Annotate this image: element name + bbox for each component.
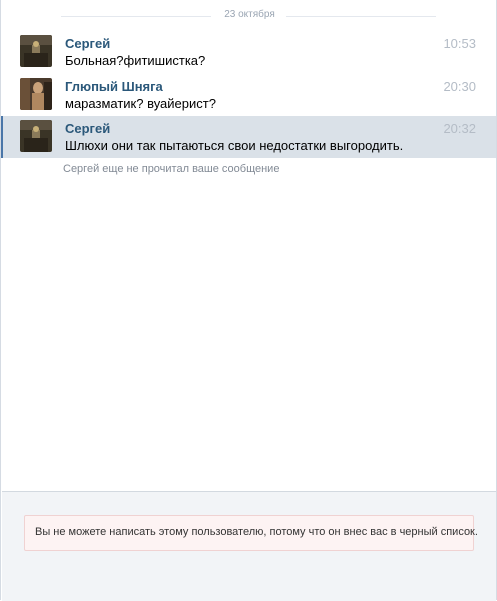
selection-marker <box>1 116 3 158</box>
message-item-selected[interactable]: Сергей 20:32 Шлюхи они так пытаються сво… <box>2 116 496 158</box>
message-time: 20:30 <box>443 79 476 94</box>
avatar-dark-room-image <box>20 35 52 67</box>
message-text: Больная?фитишистка? <box>65 53 206 68</box>
compose-panel: Вы не можете написать этому пользователю… <box>2 491 496 601</box>
avatar[interactable] <box>20 35 52 67</box>
message-item[interactable]: Глюпый Шняга 20:30 маразматик? вуайерист… <box>2 74 496 116</box>
chat-window: 23 октября Сергей 10:53 Больная?фитишист… <box>0 0 497 601</box>
blocked-notice-text: Вы не можете написать этому пользователю… <box>35 526 478 538</box>
date-divider-right <box>286 16 436 17</box>
message-item[interactable]: Сергей 10:53 Больная?фитишистка? <box>2 31 496 73</box>
avatar-figure-image <box>20 78 52 110</box>
message-text: Шлюхи они так пытаються свои недостатки … <box>65 138 404 153</box>
blocked-notice-box: Вы не можете написать этому пользователю… <box>24 515 478 551</box>
avatar[interactable] <box>20 78 52 110</box>
message-time: 20:32 <box>443 121 476 136</box>
message-time: 10:53 <box>443 36 476 51</box>
date-separator: 23 октября <box>1 9 497 23</box>
message-author[interactable]: Сергей <box>65 36 110 51</box>
date-label: 23 октября <box>224 9 275 20</box>
message-text: маразматик? вуайерист? <box>65 96 216 111</box>
message-author[interactable]: Глюпый Шняга <box>65 79 163 94</box>
unread-notice: Сергей еще не прочитал ваше сообщение <box>63 163 280 175</box>
avatar-dark-room-image <box>20 120 52 152</box>
avatar[interactable] <box>20 120 52 152</box>
message-author[interactable]: Сергей <box>65 121 110 136</box>
